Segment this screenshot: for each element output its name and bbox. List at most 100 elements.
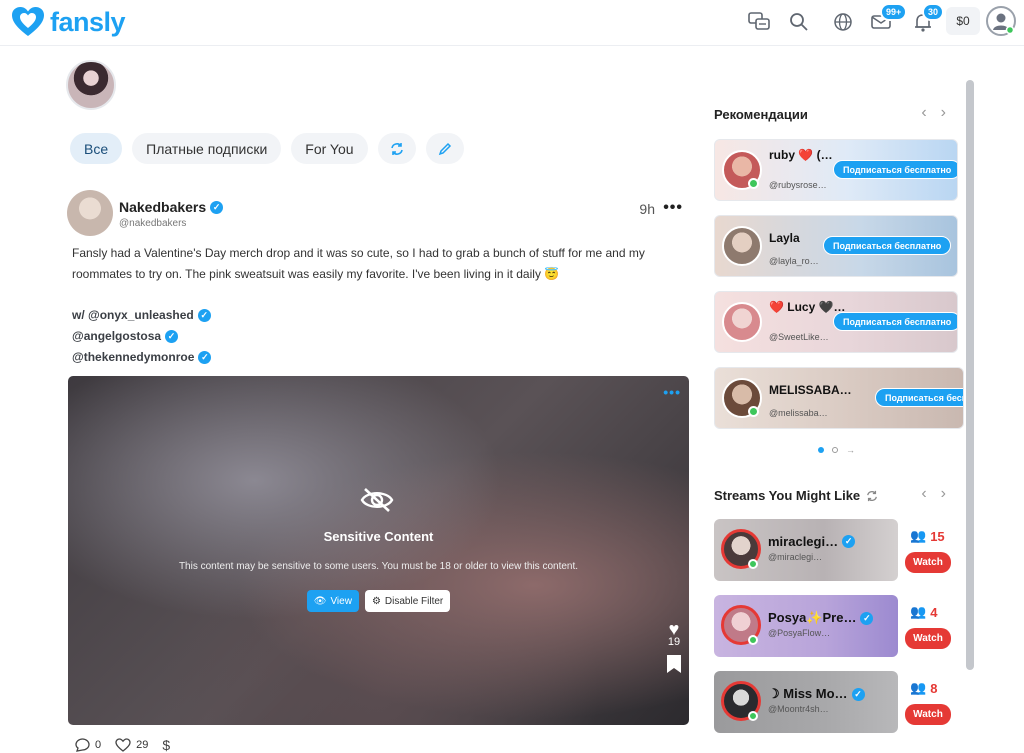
heart-logo-icon <box>12 7 44 36</box>
bookmark-icon[interactable] <box>667 655 681 673</box>
arrow-right-icon[interactable]: → <box>846 445 855 455</box>
stream-name: ☽ Miss Mo… ✓ <box>768 686 865 702</box>
disable-filter-label: Disable Filter <box>384 595 444 607</box>
viewer-count: 👥 15 <box>910 528 945 544</box>
carousel-dot[interactable] <box>832 447 838 453</box>
viewers-icon: 👥 <box>910 680 927 695</box>
recommendation-avatar[interactable] <box>722 226 762 266</box>
chevron-right-icon[interactable]: › <box>941 104 960 121</box>
gear-icon: ⚙ <box>371 595 381 607</box>
recommendation-name: ❤️ Lucy 🖤… <box>769 300 846 314</box>
search-icon[interactable] <box>786 9 812 35</box>
post-menu-icon[interactable]: ••• <box>663 199 683 217</box>
mention-angelgostosa[interactable]: @angelgostosa ✓ <box>72 329 179 343</box>
viewer-count-text: 4 <box>930 604 938 620</box>
messages-icon[interactable]: 99+ <box>868 3 908 35</box>
post-author-handle[interactable]: @nakedbakers <box>119 218 186 229</box>
recommendation-handle: @rubysrose… <box>769 180 827 190</box>
online-indicator <box>748 406 759 417</box>
chevron-left-icon[interactable]: ‹ <box>921 485 940 502</box>
pencil-icon <box>438 142 451 155</box>
refresh-icon <box>390 142 403 155</box>
carousel-dots: → <box>818 445 855 455</box>
streams-nav[interactable]: ‹› <box>921 485 960 503</box>
recommendations-nav[interactable]: ‹› <box>921 104 960 122</box>
dollar-icon: $ <box>162 737 171 753</box>
messages-badge: 99+ <box>880 3 908 21</box>
post-author-avatar[interactable] <box>67 190 113 236</box>
streams-title-text: Streams You Might Like <box>714 488 861 503</box>
like-count: 29 <box>136 739 149 751</box>
refresh-icon[interactable] <box>866 490 878 502</box>
streams-title: Streams You Might Like <box>714 488 878 503</box>
tab-for-you[interactable]: For You <box>291 133 368 164</box>
chevron-right-icon[interactable]: › <box>941 485 960 502</box>
online-indicator <box>748 559 758 569</box>
media-menu-icon[interactable]: ••• <box>663 384 681 400</box>
stream-name-text: ☽ Miss Mo… <box>768 686 848 701</box>
comment-icon <box>75 738 90 752</box>
subscribe-free-button[interactable]: Подписаться бесплатно <box>833 160 957 179</box>
watch-button[interactable]: Watch <box>905 552 951 573</box>
globe-icon[interactable] <box>830 9 856 35</box>
story-avatar[interactable] <box>66 60 116 110</box>
recommendation-handle: @layla_ro… <box>769 256 819 266</box>
tip-button[interactable]: $ <box>162 737 170 753</box>
recommendation-card[interactable]: MELISSABA… @melissaba… Подписаться беспл… <box>714 367 964 429</box>
recommendation-name: MELISSABA… <box>769 383 852 397</box>
post-media-blurred[interactable]: ••• Sensitive Content This content may b… <box>68 376 689 725</box>
watch-button[interactable]: Watch <box>905 704 951 725</box>
mention-onyx[interactable]: w/ @onyx_unleashed ✓ <box>72 308 211 322</box>
like-button[interactable]: 29 <box>115 738 148 752</box>
verified-icon: ✓ <box>210 200 224 214</box>
carousel-dot-active[interactable] <box>818 447 824 453</box>
edit-button[interactable] <box>425 133 464 164</box>
stream-card[interactable]: Posya✨Pre… ✓ @PosyaFlow… <box>714 595 898 657</box>
verified-icon: ✓ <box>198 350 212 364</box>
stream-card[interactable]: ☽ Miss Mo… ✓ @Moontr4sh… <box>714 671 898 733</box>
disable-filter-button[interactable]: ⚙ Disable Filter <box>364 590 451 612</box>
recommendation-card[interactable]: ❤️ Lucy 🖤… @SweetLike… Подписаться беспл… <box>714 291 958 353</box>
watch-button[interactable]: Watch <box>905 628 951 649</box>
notifications-badge: 30 <box>922 3 945 21</box>
comment-button[interactable]: 0 <box>75 738 101 752</box>
mention-text: @angelgostosa <box>72 329 162 343</box>
heart-icon <box>115 738 131 752</box>
stream-name: Posya✨Pre… ✓ <box>768 610 874 626</box>
tab-all[interactable]: Все <box>70 133 123 164</box>
online-indicator <box>748 178 759 189</box>
subscribe-free-button[interactable]: Подписаться бесплатно <box>833 312 957 331</box>
recommendation-handle: @melissaba… <box>769 408 828 418</box>
stream-name-text: miraclegi… <box>768 534 839 549</box>
tab-paid-subscriptions[interactable]: Платные подписки <box>132 133 282 164</box>
recommendation-card[interactable]: Layla @layla_ro… Подписаться бесплатно <box>714 215 958 277</box>
user-icon <box>993 13 1015 35</box>
verified-icon: ✓ <box>851 687 865 701</box>
post-author-name[interactable]: Nakedbakers ✓ <box>119 199 224 215</box>
viewers-icon: 👥 <box>910 528 927 543</box>
recommendation-avatar[interactable] <box>722 302 762 342</box>
recommendation-card[interactable]: ruby ❤️ (… @rubysrose… Подписаться беспл… <box>714 139 958 201</box>
viewer-count: 👥 8 <box>910 680 937 696</box>
stream-handle: @miraclegi… <box>768 552 823 562</box>
subscribe-free-button[interactable]: Подписаться бесплатно <box>823 236 952 255</box>
subscribe-free-button[interactable]: Подписаться бесплатно <box>875 388 963 407</box>
viewers-icon: 👥 <box>910 604 927 619</box>
wallet-button[interactable]: $0 <box>946 7 980 35</box>
chat-icon[interactable] <box>746 9 772 35</box>
mention-text: w/ @onyx_unleashed <box>72 308 194 322</box>
post-header: Nakedbakers ✓ @nakedbakers 9h ••• <box>67 190 687 236</box>
comment-count: 0 <box>95 739 102 751</box>
verified-icon: ✓ <box>860 611 874 625</box>
profile-avatar[interactable] <box>986 6 1016 36</box>
viewer-count-text: 15 <box>930 528 945 544</box>
fansly-logo[interactable]: fansly <box>10 4 126 40</box>
view-button[interactable]: 👁 View <box>306 590 359 612</box>
chevron-left-icon[interactable]: ‹ <box>921 104 940 121</box>
sidebar-scrollbar[interactable] <box>966 80 974 670</box>
mention-thekennedymonroe[interactable]: @thekennedymonroe ✓ <box>72 350 212 364</box>
recommendations-title: Рекомендации <box>714 107 808 122</box>
stream-card[interactable]: miraclegi… ✓ @miraclegi… <box>714 519 898 581</box>
refresh-button[interactable] <box>377 133 416 164</box>
notifications-icon[interactable]: 30 <box>910 3 945 35</box>
